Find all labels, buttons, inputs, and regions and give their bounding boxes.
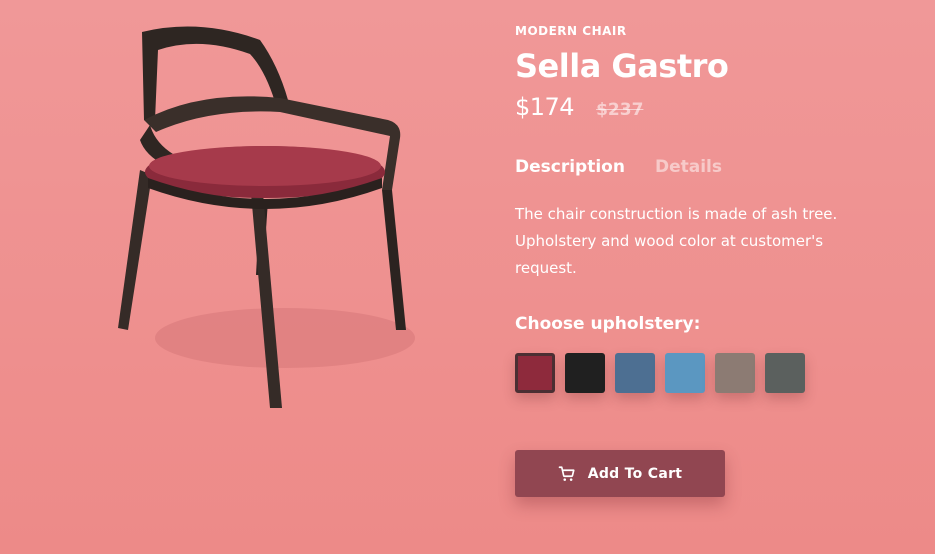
product-title: Sella Gastro <box>515 47 729 85</box>
product-image <box>100 20 440 415</box>
upholstery-label: Choose upholstery: <box>515 314 701 335</box>
product-tabs: Description Details <box>515 157 915 177</box>
swatch-light-blue[interactable] <box>665 353 705 394</box>
add-to-cart-label: Add To Cart <box>587 465 683 482</box>
swatch-taupe[interactable] <box>715 353 755 394</box>
swatch-red[interactable] <box>515 353 555 394</box>
old-price: $237 <box>596 100 644 121</box>
add-to-cart-button[interactable]: Add To Cart <box>515 450 725 497</box>
tab-details[interactable]: Details <box>655 157 722 177</box>
price-row: $174 $237 <box>515 93 915 121</box>
cart-icon <box>558 465 576 483</box>
chair-illustration <box>118 26 415 408</box>
swatch-denim-blue[interactable] <box>615 353 655 394</box>
product-description: The chair construction is made of ash tr… <box>515 205 838 278</box>
tab-description[interactable]: Description <box>515 157 625 177</box>
swatch-grey[interactable] <box>765 353 805 394</box>
product-info: MODERN CHAIR Sella Gastro $174 $237 Desc… <box>515 24 915 394</box>
product-category: MODERN CHAIR <box>515 24 627 38</box>
upholstery-swatches <box>515 353 915 394</box>
swatch-black[interactable] <box>565 353 605 394</box>
current-price: $174 <box>515 93 575 122</box>
